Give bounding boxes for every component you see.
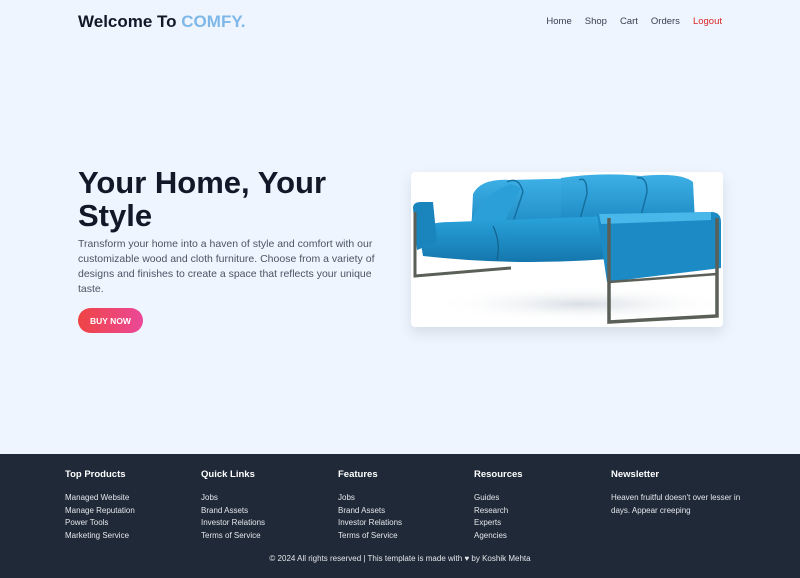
brand-accent: COMFY. xyxy=(181,12,246,31)
footer-link[interactable]: Marketing Service xyxy=(65,530,195,543)
footer-link[interactable]: Manage Reputation xyxy=(65,505,195,518)
sofa-illustration xyxy=(413,174,723,324)
hero-description: Transform your home into a haven of styl… xyxy=(78,238,375,295)
nav-orders-link[interactable]: Orders xyxy=(651,16,680,27)
footer-heading: Resources xyxy=(474,469,523,480)
nav-shop-link[interactable]: Shop xyxy=(585,16,607,27)
footer-link[interactable]: Investor Relations xyxy=(338,517,468,530)
buy-now-button[interactable]: BUY NOW xyxy=(78,308,143,333)
footer-link[interactable]: Agencies xyxy=(474,530,604,543)
hero-title: Your Home, Your Style xyxy=(78,165,327,233)
brand-prefix: Welcome To xyxy=(78,12,182,31)
footer-col-quick-links: Quick Links Jobs Brand Assets Investor R… xyxy=(201,469,331,542)
footer-link[interactable]: Terms of Service xyxy=(338,530,468,543)
footer: Top Products Managed Website Manage Repu… xyxy=(0,454,800,578)
footer-col-top-products: Top Products Managed Website Manage Repu… xyxy=(65,469,195,542)
footer-heading: Top Products xyxy=(65,469,126,480)
sofa-image xyxy=(411,172,723,327)
brand-logo[interactable]: Welcome To COMFY. xyxy=(78,12,246,32)
footer-col-features: Features Jobs Brand Assets Investor Rela… xyxy=(338,469,468,542)
footer-col-newsletter: Newsletter Heaven fruitful doesn't over … xyxy=(611,469,741,517)
footer-col-resources: Resources Guides Research Experts Agenci… xyxy=(474,469,604,542)
footer-link[interactable]: Investor Relations xyxy=(201,517,331,530)
footer-link[interactable]: Brand Assets xyxy=(201,505,331,518)
footer-link[interactable]: Jobs xyxy=(201,492,331,505)
copyright: © 2024 All rights reserved | This templa… xyxy=(269,554,531,563)
footer-link[interactable]: Experts xyxy=(474,517,604,530)
footer-link[interactable]: Terms of Service xyxy=(201,530,331,543)
footer-link[interactable]: Guides xyxy=(474,492,604,505)
nav-links: Home Shop Cart Orders Logout xyxy=(546,16,722,27)
footer-heading: Newsletter xyxy=(611,469,660,480)
footer-heading: Features xyxy=(338,469,378,480)
footer-link[interactable]: Research xyxy=(474,505,604,518)
footer-link[interactable]: Power Tools xyxy=(65,517,195,530)
nav-cart-link[interactable]: Cart xyxy=(620,16,638,27)
footer-link[interactable]: Brand Assets xyxy=(338,505,468,518)
footer-link[interactable]: Jobs xyxy=(338,492,468,505)
nav-logout-link[interactable]: Logout xyxy=(693,16,722,27)
footer-link[interactable]: Managed Website xyxy=(65,492,195,505)
navbar: Welcome To COMFY. Home Shop Cart Orders … xyxy=(0,0,800,46)
nav-home-link[interactable]: Home xyxy=(546,16,571,27)
newsletter-text: Heaven fruitful doesn't over lesser in d… xyxy=(611,493,741,515)
footer-heading: Quick Links xyxy=(201,469,255,480)
